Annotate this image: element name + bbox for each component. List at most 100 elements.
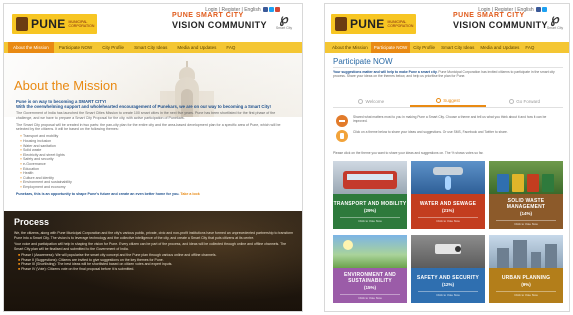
brand-line-2: VISION COMMUNITY xyxy=(453,20,548,30)
logo-corporation-text: Municipal Corporation xyxy=(68,20,95,28)
about-mission-page: Login | Register | English PUNE Municipa… xyxy=(3,3,303,312)
lead-text: Pune is on way to becoming a SMART CITY!… xyxy=(16,99,271,109)
nav-media-updates[interactable]: Media and Updates xyxy=(477,42,522,53)
tab-label: Welcome xyxy=(365,99,385,104)
cta-sentence: Punekars, this is an opportunity to shap… xyxy=(16,192,180,196)
process-steps: Phase I (Awareness): We will popularise … xyxy=(14,253,296,271)
tab-go-forward[interactable]: Go Forward xyxy=(486,96,563,107)
tab-label: Suggest xyxy=(443,98,460,103)
safety-image xyxy=(411,235,485,268)
brand-line-1: PUNE SMART CITY xyxy=(453,12,525,19)
vote-link[interactable]: Click to Vote Now xyxy=(340,293,400,300)
process-paragraph: Your voice and participation will help i… xyxy=(14,242,287,251)
suggest-row: Click on a theme below to share your ide… xyxy=(333,129,563,144)
card-percent: (29%) xyxy=(363,207,376,213)
smart-city-caption: Smart City xyxy=(275,26,293,30)
nav-about-mission[interactable]: About the Mission xyxy=(329,42,371,53)
suggest-icon xyxy=(436,98,442,103)
nav-about-mission[interactable]: About the Mission xyxy=(8,42,54,53)
vote-link[interactable]: Click to Vote Now xyxy=(418,290,478,297)
vote-link[interactable]: Click to Vote Now xyxy=(418,216,478,223)
smart-city-caption: Smart City xyxy=(546,26,564,30)
brand-line-1: PUNE SMART CITY xyxy=(172,12,244,19)
logo-corporation-text: Municipal Corporation xyxy=(387,20,414,28)
theme-list: Transport and mobility Housing inclusion… xyxy=(16,134,292,189)
cta-text: Punekars, this is an opportunity to shap… xyxy=(16,192,292,197)
brand-line-2: VISION COMMUNITY xyxy=(172,20,267,30)
card-percent: (9%) xyxy=(521,281,531,287)
hand-icon xyxy=(336,130,348,142)
nav-faq[interactable]: FAQ xyxy=(221,42,240,53)
body-paragraph: The Government of India has launched the… xyxy=(16,111,276,120)
page-title: Participate NOW xyxy=(333,57,393,66)
theme-item: Employment and economy xyxy=(20,185,292,190)
nav-participate-now[interactable]: Participate NOW xyxy=(370,42,411,53)
brand-title: PUNE SMART CITY VISION COMMUNITY xyxy=(453,12,548,30)
tab-welcome[interactable]: Welcome xyxy=(333,96,410,107)
nav-smart-city-ideas[interactable]: Smart City Ideas xyxy=(438,42,477,53)
logo-wordmark: PUNE xyxy=(31,17,66,31)
cta-link[interactable]: Take a look xyxy=(180,192,199,196)
no-entry-icon xyxy=(336,115,348,127)
mission-body: Pune is on way to becoming a SMART CITY!… xyxy=(16,99,292,197)
nav-city-profile[interactable]: City Profile xyxy=(97,42,129,53)
vote-link[interactable]: Click to Vote Now xyxy=(496,290,556,297)
main-nav: About the Mission Participate NOW City P… xyxy=(4,42,302,53)
theme-card-environment[interactable]: ENVIRONMENT AND SUSTAINABILITY (15%) Cli… xyxy=(333,235,407,303)
nav-faq[interactable]: FAQ xyxy=(522,42,537,53)
smart-city-icon: ℘ xyxy=(550,11,560,26)
body-paragraph: The Smart City proposal will be created … xyxy=(16,122,281,132)
process-title: Process xyxy=(14,217,50,227)
card-title: WATER AND SEWAGE xyxy=(419,200,477,207)
step-tabs: Welcome Suggest Go Forward xyxy=(333,96,563,108)
logo-wordmark: PUNE xyxy=(350,17,385,31)
card-title: SAFETY AND SECURITY xyxy=(416,274,480,281)
nav-media-updates[interactable]: Media and Updates xyxy=(172,42,221,53)
card-percent: (21%) xyxy=(441,207,454,213)
card-title: SOLID WASTE MANAGEMENT xyxy=(506,197,546,210)
card-title: URBAN PLANNING xyxy=(501,274,551,281)
smart-city-icon: ℘ xyxy=(279,11,289,26)
tab-suggest[interactable]: Suggest xyxy=(409,96,487,107)
welcome-icon xyxy=(358,99,364,104)
transport-image xyxy=(333,161,407,194)
suggest-row: Shared what matters most to you in makin… xyxy=(333,114,563,129)
theme-card-transport[interactable]: TRANSPORT AND MOBILITY (29%) Click to Vo… xyxy=(333,161,407,229)
card-percent: (15%) xyxy=(363,284,376,290)
card-percent: (14%) xyxy=(519,210,532,216)
theme-card-solid-waste[interactable]: SOLID WASTE MANAGEMENT (14%) Click to Vo… xyxy=(489,161,563,229)
process-paragraph: We, the citizens, along with Pune Munici… xyxy=(14,231,294,240)
go-forward-icon xyxy=(509,99,515,104)
theme-card-urban[interactable]: URBAN PLANNING (9%) Click to Vote Now xyxy=(489,235,563,303)
theme-card-safety[interactable]: SAFETY AND SECURITY (12%) Click to Vote … xyxy=(411,235,485,303)
divider xyxy=(333,67,563,68)
solid-waste-image xyxy=(489,161,563,194)
theme-instructions: Please click on the theme you want to sh… xyxy=(333,151,484,155)
nav-smart-city-ideas[interactable]: Smart City Ideas xyxy=(129,42,172,53)
nav-participate-now[interactable]: Participate NOW xyxy=(54,42,98,53)
brand-title: PUNE SMART CITY VISION COMMUNITY xyxy=(172,12,267,30)
pmc-logo[interactable]: PUNE Municipal Corporation xyxy=(331,14,416,34)
process-section: Process We, the citizens, along with Pun… xyxy=(4,211,302,311)
theme-card-water[interactable]: WATER AND SEWAGE (21%) Click to Vote Now xyxy=(411,161,485,229)
process-text: We, the citizens, along with Pune Munici… xyxy=(14,231,296,271)
pmc-emblem-icon xyxy=(16,17,28,31)
screenshot-collage: Login | Register | English PUNE Municipa… xyxy=(0,0,573,315)
intro-text: Your suggestions matter and will help to… xyxy=(333,70,563,79)
smart-city-logo: ℘ Smart City xyxy=(274,12,294,36)
urban-image xyxy=(489,235,563,268)
smart-city-logo: ℘ Smart City xyxy=(545,12,565,36)
suggest-info: Shared what matters most to you in makin… xyxy=(333,114,563,146)
vote-link[interactable]: Click to Vote Now xyxy=(496,219,556,226)
site-header: Login | Register | English PUNE Municipa… xyxy=(4,4,302,42)
environment-image xyxy=(333,235,407,268)
pmc-logo[interactable]: PUNE Municipal Corporation xyxy=(12,14,97,34)
suggest-text: Click on a theme below to share your ide… xyxy=(353,130,508,134)
vote-link[interactable]: Click to Vote Now xyxy=(340,216,400,223)
theme-grid: TRANSPORT AND MOBILITY (29%) Click to Vo… xyxy=(333,161,563,303)
nav-city-profile[interactable]: City Profile xyxy=(410,42,438,53)
water-image xyxy=(411,161,485,194)
card-title: TRANSPORT AND MOBILITY xyxy=(333,200,407,207)
tab-label: Go Forward xyxy=(516,99,541,104)
main-nav: About the Mission Participate NOW City P… xyxy=(325,42,569,53)
